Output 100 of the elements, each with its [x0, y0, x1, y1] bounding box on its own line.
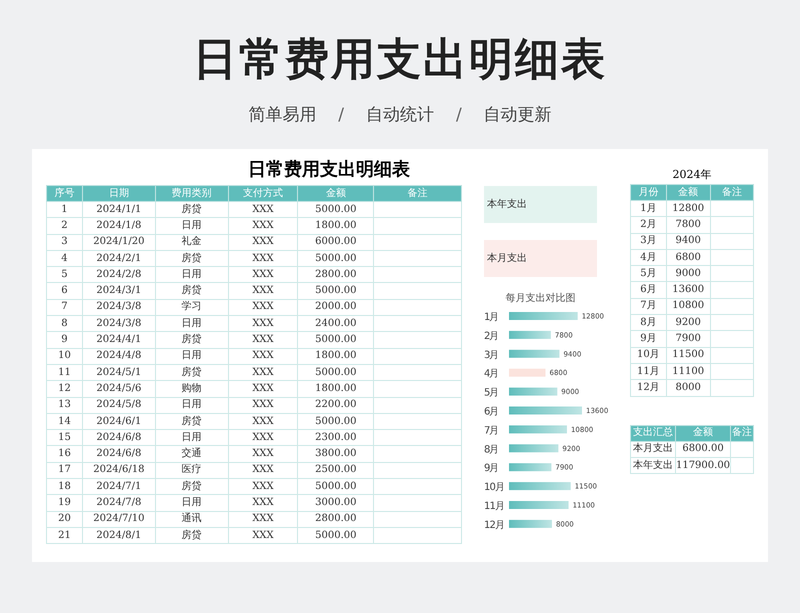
table-cell: 7800: [666, 216, 710, 234]
table-cell: 礼金: [155, 234, 228, 250]
table-cell: 1800.00: [298, 380, 374, 398]
table-cell: 8月: [630, 314, 666, 331]
table-cell: 2024/3/1: [82, 282, 156, 300]
stat-card: 本年支出: [484, 186, 597, 223]
table-cell: XXX: [228, 282, 298, 300]
table-cell: 1月: [630, 200, 666, 217]
table-cell: 7月: [630, 298, 666, 315]
table-cell: 2024/6/1: [82, 413, 156, 430]
table-cell: 9400: [666, 233, 710, 250]
table-cell: 购物: [155, 380, 228, 398]
table-cell: 2800.00: [298, 266, 374, 283]
table-cell: 6800: [666, 249, 710, 266]
table-cell: 1800.00: [298, 218, 374, 234]
table-cell: XXX: [228, 348, 298, 364]
table-cell: 7900: [666, 330, 710, 348]
table-cell: XXX: [228, 364, 298, 381]
table-cell: 11月: [630, 363, 666, 380]
table-cell: 房贷: [155, 202, 228, 218]
table-cell: 9: [46, 332, 82, 348]
table-cell: XXX: [228, 234, 298, 250]
table-cell: 13600: [666, 282, 710, 298]
table-cell: 2024/5/8: [82, 397, 156, 414]
table-cell: 8: [46, 316, 82, 332]
table-cell: 2024/6/8: [82, 430, 156, 446]
axis-label: 5月: [484, 388, 499, 399]
table-cell: 日用: [155, 348, 228, 364]
table-cell: 18: [46, 478, 82, 495]
axis-label: 6月: [484, 406, 499, 418]
axis-label: 3月: [484, 350, 499, 361]
table-cell: XXX: [228, 413, 298, 430]
header-cell: 月份: [630, 184, 666, 200]
table-cell: 2400.00: [298, 316, 374, 332]
table-cell: 4月: [630, 249, 666, 266]
table-cell: 3: [46, 234, 82, 250]
table-cell: XXX: [228, 250, 298, 267]
table-cell: 8000: [666, 380, 710, 396]
table-cell: 2200.00: [298, 397, 374, 414]
table-cell: 本年支出: [630, 457, 676, 474]
axis-label: 8月: [484, 444, 499, 456]
table-cell: 房贷: [155, 332, 228, 348]
table-cell: 日用: [155, 218, 228, 234]
bar: [509, 388, 558, 396]
table-cell: 10: [46, 348, 82, 364]
table-cell: 2024/7/8: [82, 494, 156, 512]
table-cell: 医疗: [155, 462, 228, 479]
table-cell: XXX: [228, 446, 298, 462]
bar: [509, 350, 560, 358]
table-cell: 11100: [666, 363, 710, 380]
table-cell: 12: [46, 380, 82, 398]
table-cell: 6: [46, 282, 82, 300]
table-cell: XXX: [228, 494, 298, 512]
stat-card: 本月支出: [484, 240, 597, 277]
table-cell: XXX: [228, 218, 298, 234]
table-cell: 房贷: [155, 478, 228, 495]
header-cell: 支付方式: [228, 186, 298, 202]
table-cell: 12800: [666, 200, 710, 217]
table-cell: 2024/1/20: [82, 234, 156, 250]
table-cell: 7: [46, 299, 82, 316]
bar: [509, 444, 558, 452]
table-cell: XXX: [228, 511, 298, 528]
table-cell: XXX: [228, 316, 298, 332]
table-cell: 10800: [666, 298, 710, 315]
table-cell: 5000.00: [298, 250, 374, 267]
chart-title: 每月支出对比图: [504, 292, 576, 306]
table-cell: 9月: [630, 330, 666, 348]
table-cell: 2300.00: [298, 430, 374, 446]
bar: [509, 520, 552, 528]
table-cell: 房贷: [155, 364, 228, 381]
table-cell: 2500.00: [298, 462, 374, 479]
sheet-title: 日常费用支出明细表: [248, 159, 410, 182]
table-cell: 房贷: [155, 282, 228, 300]
table-cell: XXX: [228, 380, 298, 398]
table-cell: 2024/3/8: [82, 316, 156, 332]
table-cell: XXX: [228, 202, 298, 218]
table-cell: 房贷: [155, 413, 228, 430]
table-cell: 14: [46, 413, 82, 430]
table-cell: 本月支出: [630, 441, 676, 458]
bar: [509, 463, 552, 472]
table-cell: 3800.00: [298, 446, 374, 462]
table-cell: 11500: [666, 347, 710, 364]
year-label: 2024年: [672, 167, 712, 183]
table-cell: 1: [46, 202, 82, 218]
table-cell: 5月: [630, 266, 666, 282]
table-cell: 2024/8/1: [82, 527, 156, 544]
axis-label: 9月: [484, 463, 499, 474]
table-cell: 5000.00: [298, 332, 374, 348]
table-cell: 日用: [155, 266, 228, 283]
subtitle-text: 自动更新: [484, 104, 552, 128]
table-cell: 17: [46, 462, 82, 479]
axis-label: 4月: [484, 368, 499, 380]
table-cell: 6月: [630, 282, 666, 298]
axis-label: 12月: [484, 520, 505, 531]
table-cell: 5000.00: [298, 478, 374, 495]
table-cell: 5000.00: [298, 202, 374, 218]
table-cell: 12月: [630, 380, 666, 396]
table-cell: 2: [46, 218, 82, 234]
header-cell: 金额: [675, 425, 731, 442]
header-cell: 金额: [666, 184, 710, 200]
